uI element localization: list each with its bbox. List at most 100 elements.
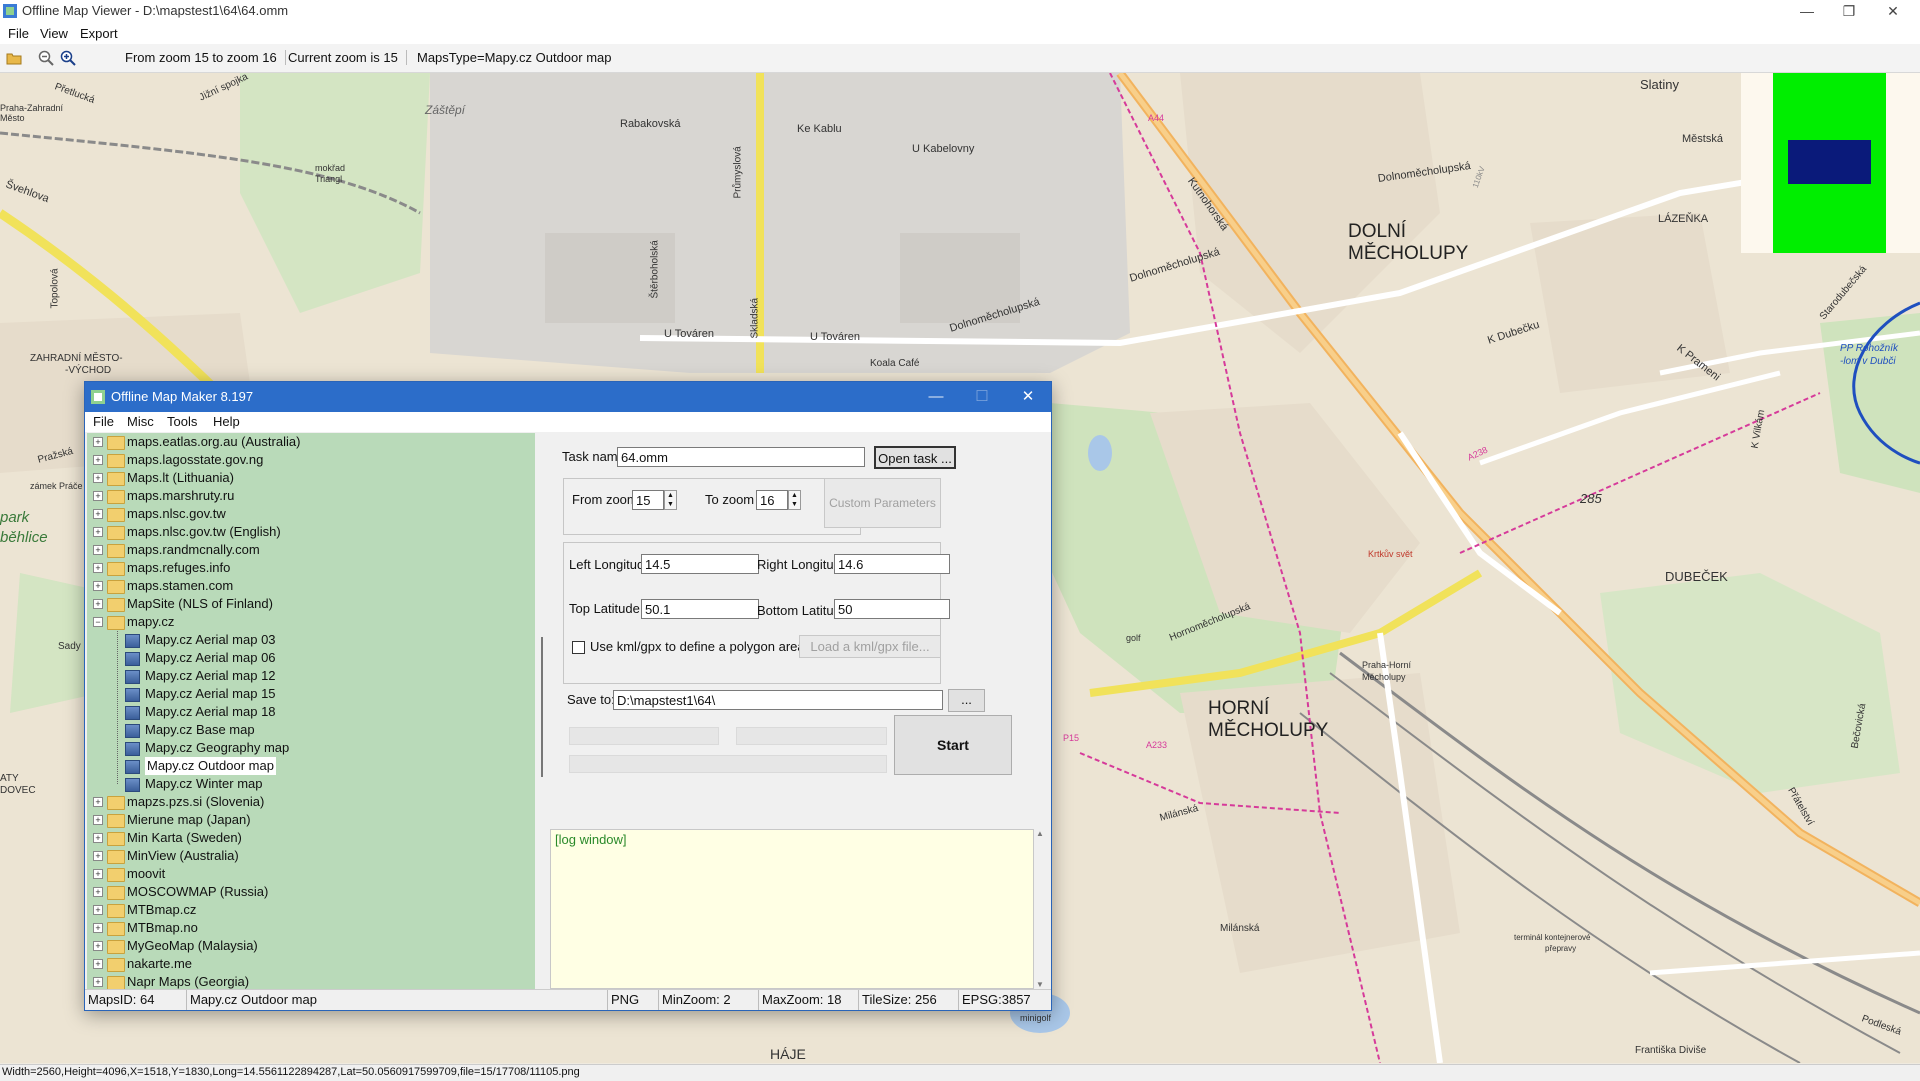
- menu-view[interactable]: View: [40, 26, 68, 41]
- expand-icon[interactable]: +: [93, 905, 103, 915]
- open-task-button[interactable]: Open task ...: [874, 446, 956, 469]
- task-name-input[interactable]: 64.omm: [617, 447, 865, 467]
- restore-button[interactable]: ❐: [1826, 0, 1872, 24]
- expand-icon[interactable]: +: [93, 815, 103, 825]
- browse-folder-button[interactable]: ...: [948, 689, 985, 712]
- dialog-menu-file[interactable]: File: [93, 414, 114, 429]
- tree-item[interactable]: + Mierune map (Japan): [87, 811, 535, 829]
- expand-icon[interactable]: +: [93, 599, 103, 609]
- overview-viewport-rect[interactable]: [1788, 140, 1871, 184]
- tree-item[interactable]: Mapy.cz Aerial map 18: [87, 703, 535, 721]
- dialog-close-button[interactable]: ✕: [1005, 382, 1051, 412]
- tree-item[interactable]: Mapy.cz Aerial map 15: [87, 685, 535, 703]
- expand-icon[interactable]: +: [93, 833, 103, 843]
- folder-icon: [107, 508, 125, 522]
- save-to-input[interactable]: D:\mapstest1\64\: [613, 690, 943, 710]
- folder-icon: [107, 472, 125, 486]
- tree-item[interactable]: + maps.lagosstate.gov.ng: [87, 451, 535, 469]
- expand-icon[interactable]: +: [93, 887, 103, 897]
- expand-icon[interactable]: +: [93, 437, 103, 447]
- menu-export[interactable]: Export: [80, 26, 118, 41]
- minimize-button[interactable]: —: [1784, 0, 1830, 24]
- top-latitude-input[interactable]: 50.1: [641, 599, 759, 619]
- expand-icon[interactable]: +: [93, 797, 103, 807]
- tree-item[interactable]: + maps.nlsc.gov.tw (English): [87, 523, 535, 541]
- open-folder-icon[interactable]: [6, 51, 22, 65]
- expand-icon[interactable]: +: [93, 869, 103, 879]
- log-window[interactable]: [log window]: [550, 829, 1034, 989]
- expand-icon[interactable]: +: [93, 977, 103, 987]
- expand-icon[interactable]: +: [93, 509, 103, 519]
- from-zoom-spinner[interactable]: ▲ ▼: [664, 490, 677, 510]
- tree-item[interactable]: + MTBmap.no: [87, 919, 535, 937]
- expand-icon[interactable]: +: [93, 527, 103, 537]
- menu-file[interactable]: File: [8, 26, 29, 41]
- zoom-out-icon[interactable]: [38, 50, 54, 66]
- load-kml-button[interactable]: Load a kml/gpx file...: [799, 635, 941, 658]
- dialog-maximize-button[interactable]: ☐: [959, 382, 1005, 412]
- tree-item[interactable]: Mapy.cz Base map: [87, 721, 535, 739]
- tree-item[interactable]: + moovit: [87, 865, 535, 883]
- collapse-icon[interactable]: −: [93, 617, 103, 627]
- expand-icon[interactable]: +: [93, 923, 103, 933]
- tree-item[interactable]: + MinView (Australia): [87, 847, 535, 865]
- tree-item[interactable]: + maps.stamen.com: [87, 577, 535, 595]
- tree-item[interactable]: Mapy.cz Aerial map 03: [87, 631, 535, 649]
- tree-item[interactable]: + maps.marshruty.ru: [87, 487, 535, 505]
- expand-icon[interactable]: +: [93, 959, 103, 969]
- custom-parameters-button[interactable]: Custom Parameters: [824, 478, 941, 528]
- expand-icon[interactable]: +: [93, 545, 103, 555]
- tree-item[interactable]: + maps.randmcnally.com: [87, 541, 535, 559]
- tree-item[interactable]: + MTBmap.cz: [87, 901, 535, 919]
- start-button[interactable]: Start: [894, 715, 1012, 775]
- expand-icon[interactable]: +: [93, 941, 103, 951]
- tree-item[interactable]: + MOSCOWMAP (Russia): [87, 883, 535, 901]
- expand-icon[interactable]: +: [93, 473, 103, 483]
- log-scrollbar[interactable]: ▲ ▼: [1034, 829, 1046, 989]
- tree-item[interactable]: + Maps.lt (Lithuania): [87, 469, 535, 487]
- expand-icon[interactable]: +: [93, 455, 103, 465]
- right-longitude-input[interactable]: 14.6: [834, 554, 950, 574]
- tree-item[interactable]: Mapy.cz Aerial map 12: [87, 667, 535, 685]
- use-kml-checkbox[interactable]: [572, 641, 585, 654]
- tree-item[interactable]: + Napr Maps (Georgia): [87, 973, 535, 989]
- tree-item[interactable]: + Min Karta (Sweden): [87, 829, 535, 847]
- expand-icon[interactable]: +: [93, 851, 103, 861]
- tree-item[interactable]: + maps.nlsc.gov.tw: [87, 505, 535, 523]
- map-source-tree[interactable]: + maps.eatlas.org.au (Australia) + maps.lag…: [87, 433, 535, 989]
- folder-icon: [107, 904, 125, 918]
- tree-item[interactable]: − mapy.cz: [87, 613, 535, 631]
- bottom-latitude-input[interactable]: 50: [834, 599, 950, 619]
- map-label-milanska-2: Milánská: [1220, 923, 1260, 934]
- menu-bar: File View Export: [0, 24, 1920, 44]
- from-zoom-input[interactable]: 15: [632, 490, 664, 510]
- tree-item[interactable]: + MyGeoMap (Malaysia): [87, 937, 535, 955]
- to-zoom-spinner[interactable]: ▲ ▼: [788, 490, 801, 510]
- to-zoom-input[interactable]: 16: [756, 490, 788, 510]
- dialog-menu-help[interactable]: Help: [213, 414, 240, 429]
- log-scroll-down-icon[interactable]: ▼: [1034, 980, 1046, 989]
- tree-item[interactable]: + MapSite (NLS of Finland): [87, 595, 535, 613]
- tree-item[interactable]: + nakarte.me: [87, 955, 535, 973]
- dialog-menu-misc[interactable]: Misc: [127, 414, 154, 429]
- tree-item[interactable]: Mapy.cz Aerial map 06: [87, 649, 535, 667]
- map-label-dolni: DOLNÍ: [1348, 221, 1407, 242]
- tree-item[interactable]: Mapy.cz Geography map: [87, 739, 535, 757]
- zoom-in-icon[interactable]: [60, 50, 76, 66]
- tree-item[interactable]: + maps.refuges.info: [87, 559, 535, 577]
- dialog-menu-tools[interactable]: Tools: [167, 414, 197, 429]
- tree-scrollbar-thumb[interactable]: [541, 637, 543, 777]
- tree-item[interactable]: + mapzs.pzs.si (Slovenia): [87, 793, 535, 811]
- tree-item[interactable]: + maps.eatlas.org.au (Australia): [87, 433, 535, 451]
- tree-item[interactable]: Mapy.cz Winter map: [87, 775, 535, 793]
- log-panel: [log window] ▲ ▼: [550, 829, 1046, 989]
- dialog-minimize-button[interactable]: —: [913, 382, 959, 412]
- map-label-terminal-2: přepravy: [1545, 944, 1577, 953]
- expand-icon[interactable]: +: [93, 563, 103, 573]
- log-scroll-up-icon[interactable]: ▲: [1034, 829, 1046, 838]
- expand-icon[interactable]: +: [93, 491, 103, 501]
- close-button[interactable]: ✕: [1870, 0, 1916, 24]
- tree-item[interactable]: Mapy.cz Outdoor map: [87, 757, 535, 775]
- left-longitude-input[interactable]: 14.5: [641, 554, 759, 574]
- expand-icon[interactable]: +: [93, 581, 103, 591]
